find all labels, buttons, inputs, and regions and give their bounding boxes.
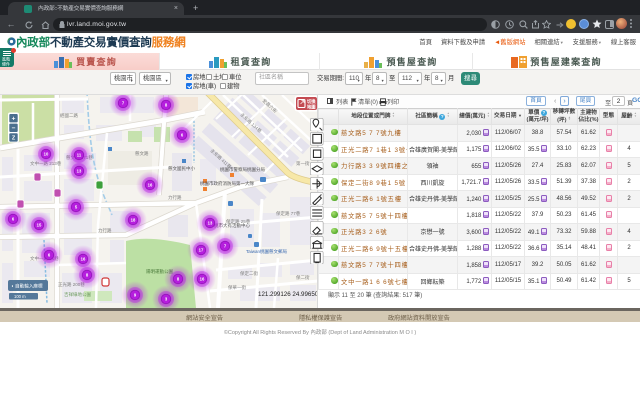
svg-text:−: − <box>12 125 16 132</box>
svg-text:◗ 自動輸入座標: ◗ 自動輸入座標 <box>11 283 43 290</box>
svg-text:10: 10 <box>44 152 49 157</box>
svg-text:力行路: 力行路 <box>168 194 182 201</box>
svg-text:力行路: 力行路 <box>98 227 112 234</box>
svg-text:保二街: 保二街 <box>296 274 310 281</box>
svg-text:保華一街: 保華一街 <box>228 284 246 291</box>
svg-text:Taiwan桃園慈文郵局: Taiwan桃園慈文郵局 <box>246 248 288 255</box>
svg-text:桃園市政府消防局第一大隊: 桃園市政府消防局第一大隊 <box>200 180 254 187</box>
svg-text:桃園市警察局桃園分局: 桃園市警察局桃園分局 <box>220 166 265 173</box>
svg-text:121.299126 24.996500: 121.299126 24.996500 <box>258 291 318 298</box>
svg-text:18: 18 <box>131 218 136 223</box>
svg-text:+: + <box>12 116 16 123</box>
svg-text:吉祥綠地公園: 吉祥綠地公園 <box>64 291 91 298</box>
svg-text:保定二街: 保定二街 <box>240 270 258 277</box>
svg-text:100 m: 100 m <box>14 294 26 299</box>
svg-text:17: 17 <box>199 248 204 253</box>
svg-text:16: 16 <box>81 257 86 262</box>
svg-text:15: 15 <box>37 223 42 228</box>
svg-text:16: 16 <box>148 183 153 188</box>
svg-text:保定路 77巷: 保定路 77巷 <box>276 210 301 217</box>
svg-text:13: 13 <box>77 169 82 174</box>
svg-text:16: 16 <box>200 277 205 282</box>
svg-text:11: 11 <box>77 153 82 158</box>
svg-text:地圖: 地圖 <box>307 104 316 111</box>
svg-text:13: 13 <box>208 221 213 226</box>
svg-text:經國二路: 經國二路 <box>60 112 78 119</box>
svg-text:第一街: 第一街 <box>296 160 310 167</box>
svg-text:慈文路: 慈文路 <box>135 150 149 157</box>
svg-text:慈文國民中小: 慈文國民中小 <box>168 165 195 172</box>
